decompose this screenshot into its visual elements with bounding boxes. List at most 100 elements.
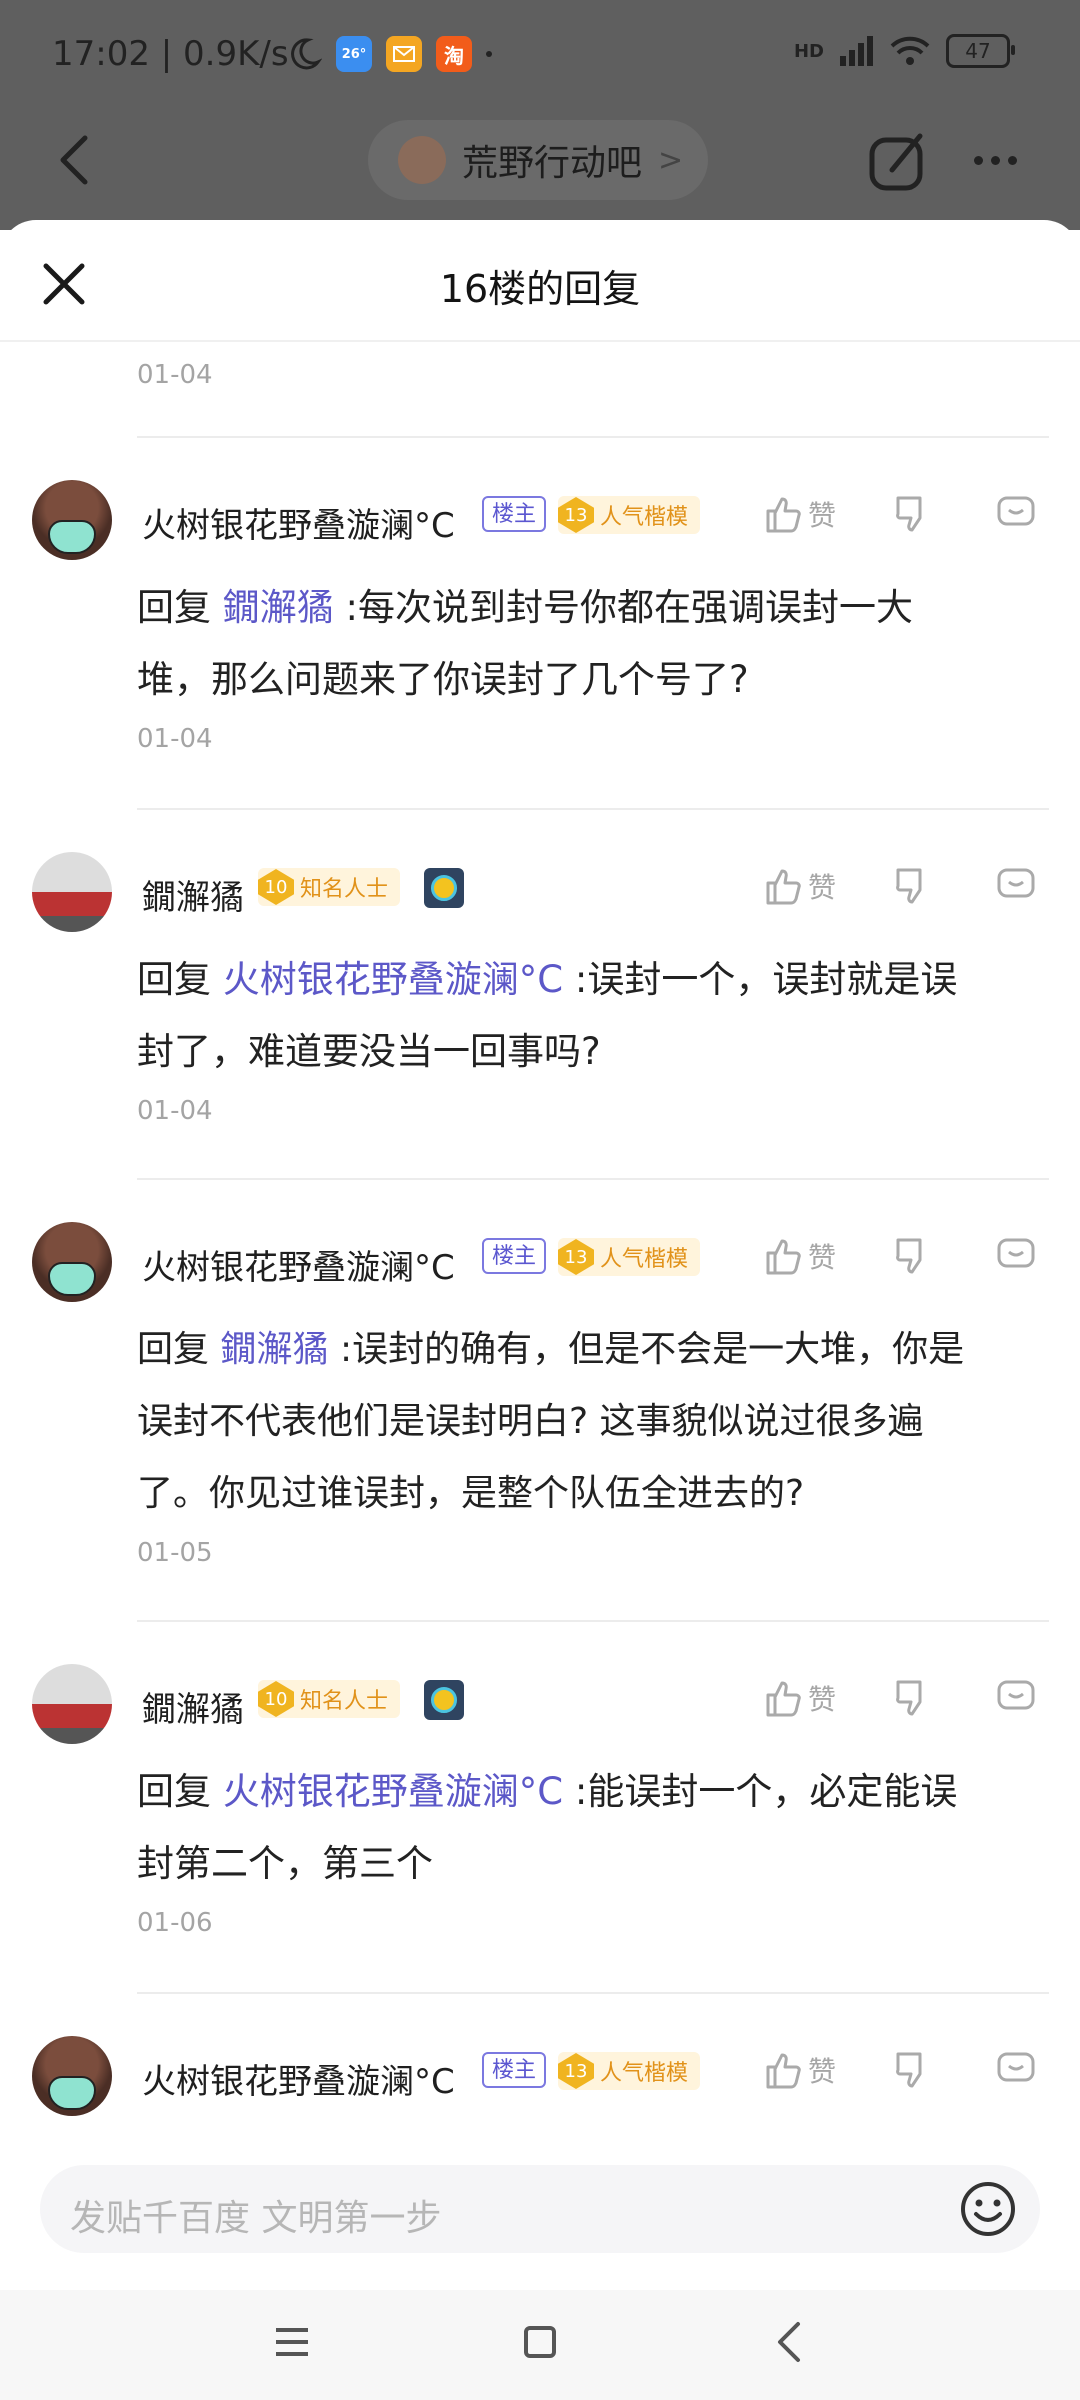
more-options-button[interactable]: [960, 130, 1030, 190]
dislike-button[interactable]: [894, 494, 934, 534]
level-badge: 13 人气楷模: [558, 2052, 701, 2090]
medal-icon: [424, 1680, 464, 1720]
level-title: 人气楷模: [600, 1247, 689, 1272]
replies-sheet: 16楼的回复 01-04 火树银花野叠漩澜°C 楼主 13 人气楷模 赞 回复 鐗…: [0, 220, 1080, 2400]
level-badge: 10 知名人士: [258, 868, 401, 906]
user-name[interactable]: 鐗澥獝: [142, 870, 244, 919]
reply-time: 01-04: [137, 724, 213, 754]
chevron-left-icon: [778, 2322, 800, 2362]
comment-button[interactable]: [996, 1236, 1036, 1276]
emoji-icon: [961, 2182, 1015, 2236]
reply-prefix: 回复: [137, 1329, 210, 1370]
system-navigation-bar: [0, 2290, 1080, 2400]
reply-text-line: :误封的确有，但是不会是一大堆，你是: [339, 1329, 965, 1370]
level-number: 10: [258, 1681, 294, 1717]
reply-text-line: 封了，难道要没当一回事吗?: [137, 1030, 601, 1073]
reply-time: 01-04: [137, 360, 213, 390]
battery-level: 47: [965, 39, 991, 63]
user-name[interactable]: 火树银花野叠漩澜°C: [142, 498, 455, 547]
like-button[interactable]: 赞: [764, 866, 836, 906]
reply-time: 01-05: [137, 1538, 213, 1568]
divider: [137, 1992, 1049, 1994]
like-button[interactable]: 赞: [764, 1678, 836, 1718]
comment-input[interactable]: 发贴千百度 文明第一步: [40, 2165, 1040, 2253]
dislike-button[interactable]: [894, 1236, 934, 1276]
comment-button[interactable]: [996, 1678, 1036, 1718]
avatar-mask: [48, 520, 96, 554]
home-button[interactable]: [520, 2322, 560, 2362]
menu-icon: [276, 2328, 308, 2356]
level-title: 知名人士: [300, 877, 389, 902]
reply-text: 回复 火树银花野叠漩澜°C :能误封一个，必定能误 封第二个，第三个: [137, 1756, 1052, 1900]
like-button[interactable]: 赞: [764, 1236, 836, 1276]
owner-tag: 楼主: [482, 496, 547, 532]
reply-time: 01-06: [137, 1908, 213, 1938]
edit-post-button[interactable]: [862, 126, 932, 196]
avatar[interactable]: [32, 1222, 112, 1302]
mention-link[interactable]: 火树银花野叠漩澜°C: [223, 1770, 563, 1813]
reply-text-line: :每次说到封号你都在强调误封一大: [345, 586, 913, 629]
like-label: 赞: [808, 1683, 837, 1716]
status-time: 17:02 | 0.9K/s: [52, 34, 289, 74]
reply-prefix: 回复: [137, 586, 211, 629]
avatar[interactable]: [32, 1664, 112, 1744]
dislike-button[interactable]: [894, 866, 934, 906]
dislike-button[interactable]: [894, 2050, 934, 2090]
level-number: 13: [558, 497, 594, 533]
reply-text: 回复 鐗澥獝 :误封的确有，但是不会是一大堆，你是 误封不代表他们是误封明白? …: [137, 1314, 1052, 1530]
thumbs-down-icon: [896, 496, 922, 532]
level-title: 人气楷模: [600, 2061, 689, 2086]
reply-text-line: :能误封一个，必定能误: [574, 1770, 958, 1813]
home-icon: [524, 2326, 556, 2358]
reply-prefix: 回复: [137, 958, 211, 1001]
dislike-button[interactable]: [894, 1678, 934, 1718]
taobao-app-icon: 淘: [436, 36, 472, 72]
user-name[interactable]: 火树银花野叠漩澜°C: [142, 1240, 455, 1289]
forum-avatar: [398, 136, 446, 184]
reply-text-line: :误封一个，误封就是误: [574, 958, 958, 1001]
reply-text-line: 封第二个，第三个: [137, 1842, 433, 1885]
like-button[interactable]: 赞: [764, 494, 836, 534]
sheet-title: 16楼的回复: [439, 267, 641, 311]
thumbs-down-icon: [896, 2052, 922, 2088]
comment-button[interactable]: [996, 494, 1036, 534]
status-notification-icons: 26° 淘: [286, 36, 492, 72]
like-button[interactable]: 赞: [764, 2050, 836, 2090]
avatar[interactable]: [32, 852, 112, 932]
thumbs-down-icon: [896, 1680, 922, 1716]
recent-apps-button[interactable]: [272, 2322, 312, 2362]
user-name[interactable]: 火树银花野叠漩澜°C: [142, 2054, 455, 2103]
level-number: 10: [258, 869, 294, 905]
mention-link[interactable]: 火树银花野叠漩澜°C: [223, 958, 563, 1001]
mention-link[interactable]: 鐗澥獝: [220, 1329, 328, 1370]
comment-button[interactable]: [996, 2050, 1036, 2090]
top-navigation: 荒野行动吧 >: [0, 110, 1080, 230]
back-button[interactable]: [44, 130, 104, 190]
system-back-button[interactable]: [770, 2320, 810, 2364]
comment-button[interactable]: [996, 866, 1036, 906]
signal-icon: [840, 36, 873, 66]
reply-text: 回复 火树银花野叠漩澜°C :误封一个，误封就是误 封了，难道要没当一回事吗?: [137, 944, 1052, 1088]
comment-icon: [997, 496, 1035, 526]
battery-indicator: 47: [946, 34, 1015, 68]
reply-text-line: 了。你见过谁误封，是整个队伍全进去的?: [137, 1473, 805, 1514]
weather-app-icon: 26°: [336, 36, 372, 72]
avatar[interactable]: [32, 2036, 112, 2116]
divider: [137, 436, 1049, 438]
weather-badge-text: 26°: [341, 46, 367, 62]
emoji-button[interactable]: [958, 2179, 1018, 2239]
level-number: 13: [558, 2053, 594, 2089]
network-type: HD: [793, 40, 824, 62]
status-right-icons: HD 47: [793, 34, 1015, 68]
mention-link[interactable]: 鐗澥獝: [223, 586, 334, 629]
input-placeholder: 发贴千百度 文明第一步: [70, 2198, 442, 2239]
user-name[interactable]: 鐗澥獝: [142, 1682, 244, 1731]
more-notifications-dot: [486, 51, 492, 57]
forum-pill-button[interactable]: 荒野行动吧 >: [368, 120, 708, 200]
taobao-badge-text: 淘: [444, 43, 464, 68]
reply-text-line: 堆，那么问题来了你误封了几个号了?: [137, 658, 749, 701]
comment-icon: [997, 1238, 1035, 1268]
avatar[interactable]: [32, 480, 112, 560]
reply-text: 回复 鐗澥獝 :每次说到封号你都在强调误封一大 堆，那么问题来了你误封了几个号了…: [137, 572, 1052, 716]
level-badge: 13 人气楷模: [558, 496, 701, 534]
